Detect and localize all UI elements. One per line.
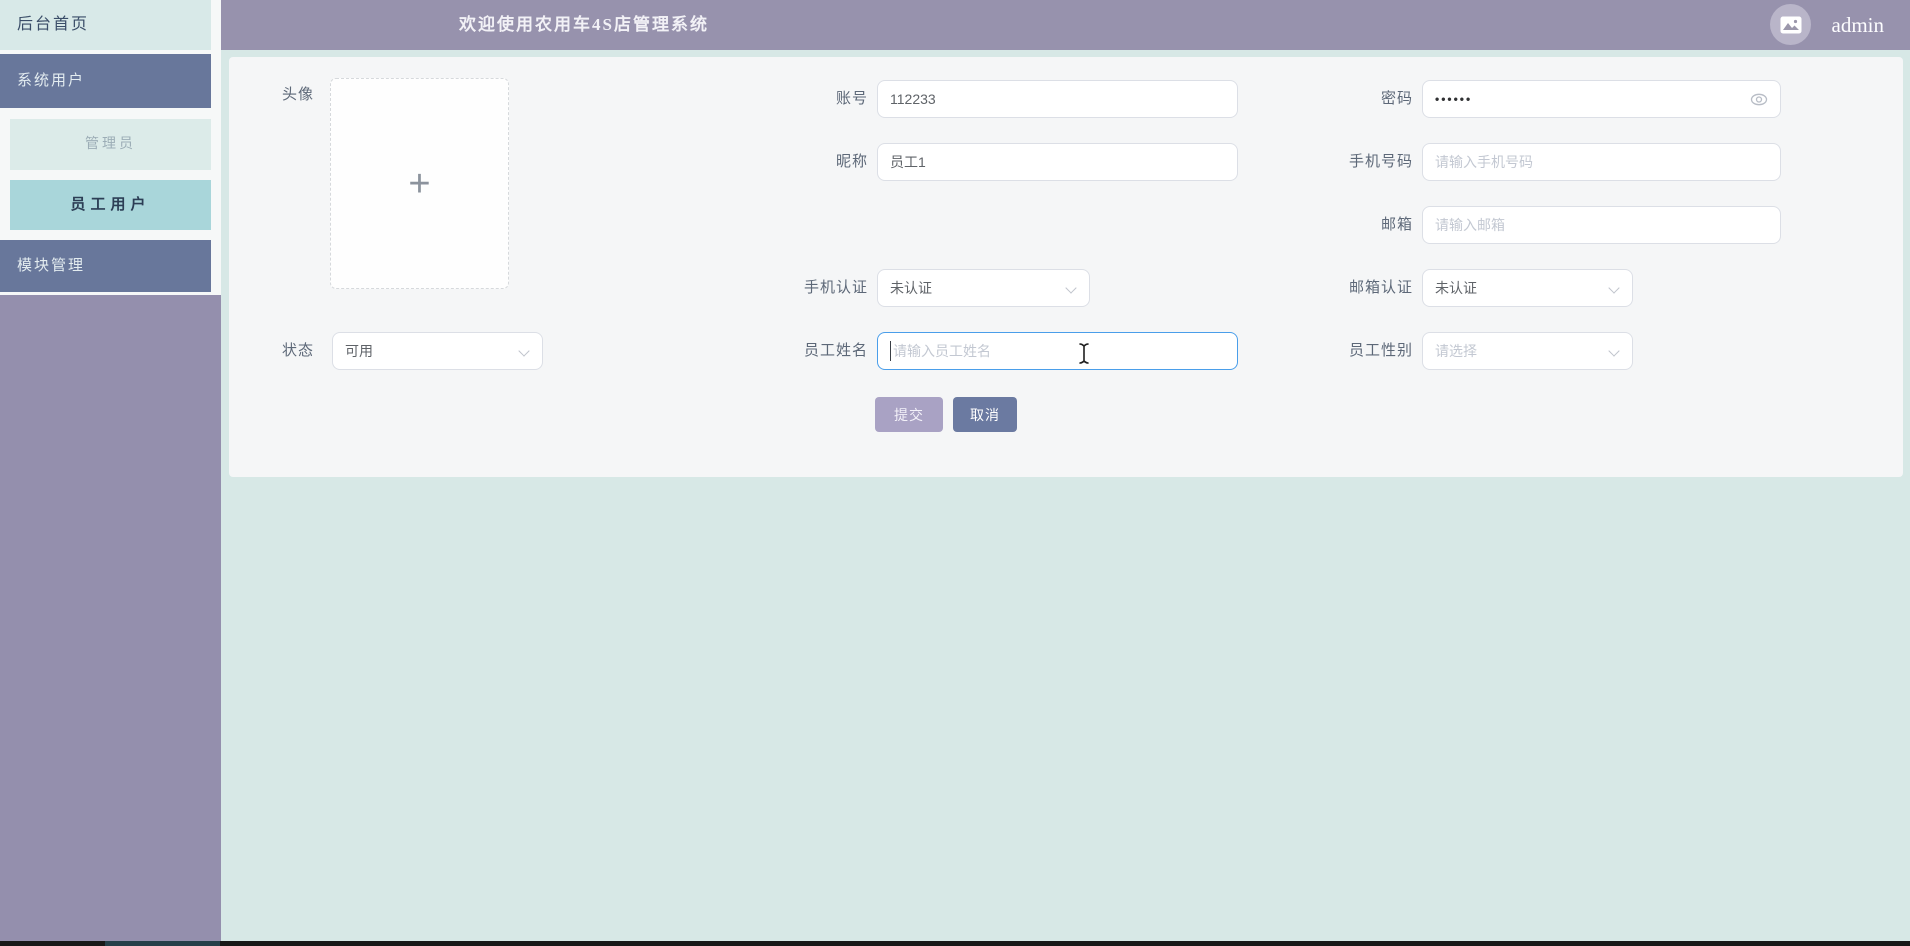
status-value: 可用: [345, 343, 373, 359]
phone-label: 手机号码: [1348, 154, 1413, 170]
image-icon: [1780, 16, 1802, 34]
email-verify-value: 未认证: [1435, 280, 1477, 296]
phone-placeholder: 请输入手机号码: [1435, 154, 1533, 170]
staff-gender-select[interactable]: 请选择: [1422, 332, 1633, 370]
nickname-input[interactable]: 员工1: [877, 143, 1238, 181]
phone-input[interactable]: 请输入手机号码: [1422, 143, 1781, 181]
staff-gender-label: 员工性别: [1348, 343, 1413, 359]
phone-verify-select[interactable]: 未认证: [877, 269, 1090, 307]
email-verify-select[interactable]: 未认证: [1422, 269, 1633, 307]
chevron-down-icon: [1608, 282, 1620, 294]
staff-name-placeholder: 请输入员工姓名: [893, 343, 991, 359]
sidebar: 后台首页 系统用户 管理员 员工用户 模块管理: [0, 0, 221, 946]
account-input[interactable]: 112233: [877, 80, 1238, 118]
account-label: 账号: [835, 91, 868, 107]
plus-icon: +: [408, 162, 431, 205]
page-title: 欢迎使用农用车4S店管理系统: [459, 15, 709, 34]
nickname-label: 昵称: [835, 154, 868, 170]
chevron-down-icon: [1608, 345, 1620, 357]
eye-icon[interactable]: [1750, 92, 1768, 110]
password-input[interactable]: ••••••: [1422, 80, 1781, 118]
app-window: 后台首页 系统用户 管理员 员工用户 模块管理 欢迎使用农用车4S店管理系统 a…: [0, 0, 1910, 946]
chevron-down-icon: [1065, 282, 1077, 294]
sidebar-item-administrators[interactable]: 管理员: [10, 119, 211, 170]
bottom-window-edge: [0, 941, 1910, 946]
phone-verify-value: 未认证: [890, 280, 932, 296]
sidebar-item-staff-users[interactable]: 员工用户: [10, 180, 211, 230]
email-input[interactable]: 请输入邮箱: [1422, 206, 1781, 244]
nickname-value: 员工1: [890, 154, 926, 170]
phone-verify-label: 手机认证: [803, 280, 868, 296]
header-bar: 欢迎使用农用车4S店管理系统 admin: [221, 0, 1910, 50]
email-label: 邮箱: [1380, 217, 1413, 233]
bottom-edge-accent: [105, 941, 220, 946]
sidebar-item-module-management[interactable]: 模块管理: [0, 240, 211, 292]
email-placeholder: 请输入邮箱: [1435, 217, 1505, 233]
status-select[interactable]: 可用: [332, 332, 543, 370]
staff-name-label: 员工姓名: [803, 343, 868, 359]
user-avatar[interactable]: [1770, 4, 1811, 45]
password-value: ••••••: [1435, 92, 1473, 106]
sidebar-item-home[interactable]: 后台首页: [0, 0, 211, 50]
account-value: 112233: [890, 91, 936, 107]
staff-gender-placeholder: 请选择: [1435, 343, 1477, 359]
staff-name-input[interactable]: 请输入员工姓名: [877, 332, 1238, 370]
status-label: 状态: [281, 343, 314, 359]
cancel-button[interactable]: 取消: [953, 397, 1017, 432]
submit-button[interactable]: 提交: [875, 397, 943, 432]
avatar-upload-box[interactable]: +: [330, 78, 509, 289]
password-label: 密码: [1380, 91, 1413, 107]
ibeam-cursor: [1077, 342, 1091, 370]
chevron-down-icon: [518, 345, 530, 357]
avatar-field-label: 头像: [281, 87, 314, 103]
text-caret: [890, 341, 891, 361]
email-verify-label: 邮箱认证: [1348, 280, 1413, 296]
sidebar-filler: [0, 295, 221, 941]
username-label[interactable]: admin: [1832, 0, 1885, 50]
